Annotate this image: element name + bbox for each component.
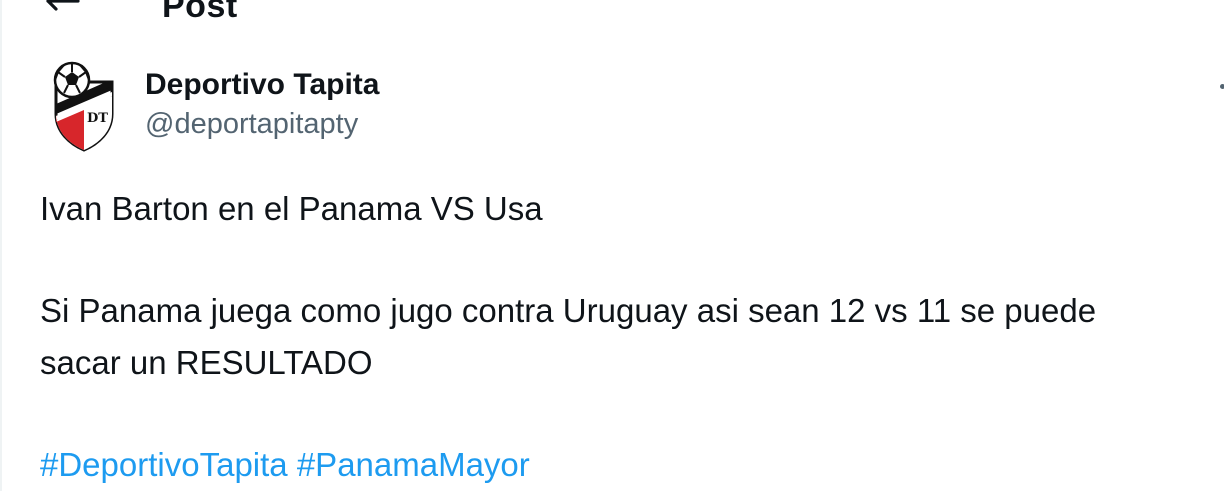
author-handle[interactable]: @deportapitapty [145, 104, 379, 144]
post-view: Post DT Deportivo Tapita @deportapitapty [0, 0, 1224, 491]
author-display-name[interactable]: Deportivo Tapita [145, 66, 379, 104]
tweet-line: Si Panama juega como jugo contra Uruguay… [40, 292, 1097, 329]
more-options-button[interactable] [1216, 70, 1224, 100]
tweet-line: Ivan Barton en el Panama VS Usa [40, 190, 543, 227]
page-title: Post [162, 0, 238, 25]
avatar[interactable]: DT [46, 60, 122, 152]
arrow-left-icon [46, 0, 80, 11]
hashtag-link[interactable]: #DeportivoTapita [40, 446, 288, 483]
svg-text:DT: DT [87, 111, 108, 126]
back-button[interactable] [42, 0, 82, 20]
more-options-icon [1220, 84, 1224, 89]
post-header: Post [2, 0, 1224, 30]
tweet-line: sacar un RESULTADO [40, 344, 373, 381]
hashtag-link[interactable]: #PanamaMayor [297, 446, 530, 483]
club-crest-logo: DT [53, 61, 114, 152]
author-info: Deportivo Tapita @deportapitapty [145, 66, 379, 144]
hashtag-list: #DeportivoTapita #PanamaMayor [40, 439, 530, 491]
